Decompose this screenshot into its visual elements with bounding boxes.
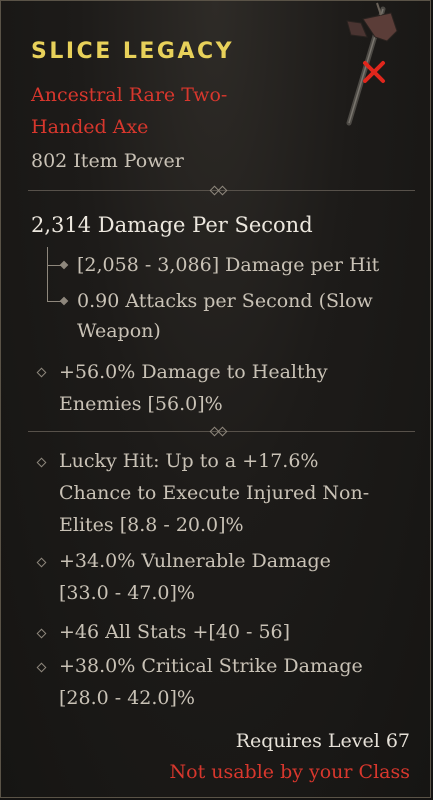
attack-speed-line1: 0.90 Attacks per Second (Slow xyxy=(77,290,373,312)
class-restriction: Not usable by your Class xyxy=(169,761,411,783)
item-tooltip: SLICE LEGACY Ancestral Rare Two- Handed … xyxy=(0,0,431,798)
required-level: Requires Level 67 xyxy=(235,730,410,752)
diamond-bullet-icon xyxy=(36,662,47,673)
affix-lucky-hit-line1: Lucky Hit: Up to a +17.6% xyxy=(59,450,319,472)
item-type-line1: Ancestral Rare Two- xyxy=(31,84,228,106)
unusable-x-icon xyxy=(363,61,385,83)
affix-lucky-hit-line2: Chance to Execute Injured Non- xyxy=(59,482,370,504)
item-name: SLICE LEGACY xyxy=(31,39,235,64)
diamond-bullet-icon xyxy=(36,557,47,568)
affix-vulnerable-line2: [33.0 - 47.0]% xyxy=(59,582,195,604)
diamond-bullet-icon xyxy=(36,628,47,639)
affix-all-stats: +46 All Stats +[40 - 56] xyxy=(59,621,291,643)
section-divider xyxy=(28,185,415,196)
implicit-line1: +56.0% Damage to Healthy xyxy=(59,361,328,383)
section-divider xyxy=(28,426,415,437)
item-power: 802 Item Power xyxy=(31,150,184,172)
item-type-line2: Handed Axe xyxy=(31,116,149,138)
attack-speed-line2: Weapon) xyxy=(77,320,161,342)
diamond-bullet-icon xyxy=(36,457,47,468)
affix-crit-line2: [28.0 - 42.0]% xyxy=(59,687,195,709)
damage-per-second: 2,314 Damage Per Second xyxy=(31,213,313,237)
affix-crit-line1: +38.0% Critical Strike Damage xyxy=(59,655,363,677)
diamond-bullet-icon xyxy=(36,367,47,378)
damage-per-hit: [2,058 - 3,086] Damage per Hit xyxy=(77,254,380,276)
affix-lucky-hit-line3: Elites [8.8 - 20.0]% xyxy=(59,514,244,536)
affix-vulnerable-line1: +34.0% Vulnerable Damage xyxy=(59,550,331,572)
tree-connector xyxy=(47,247,48,301)
implicit-line2: Enemies [56.0]% xyxy=(59,393,223,415)
